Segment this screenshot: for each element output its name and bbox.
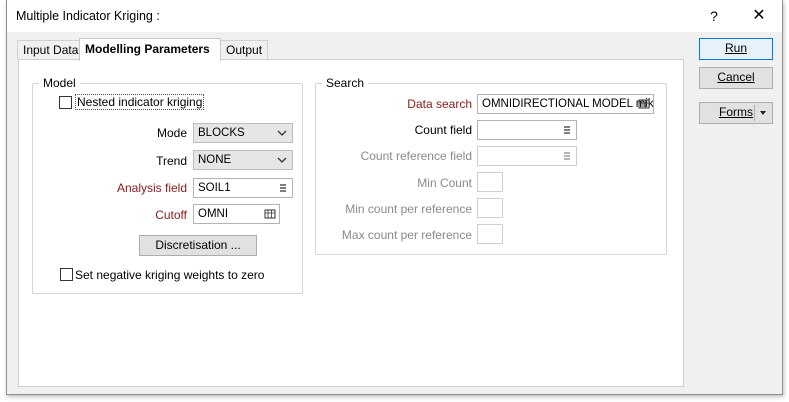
discretisation-button[interactable]: Discretisation ...: [139, 235, 257, 256]
tab-modelling-parameters[interactable]: Modelling Parameters: [79, 38, 221, 61]
trend-label: Trend: [156, 154, 187, 168]
count-reference-input[interactable]: [477, 146, 577, 166]
data-search-label: Data search: [407, 97, 472, 111]
model-group: Model Nested indicator kriging Mode BLOC…: [32, 76, 303, 294]
analysis-field-value: SOIL1: [198, 182, 231, 194]
trend-select[interactable]: NONE: [193, 150, 293, 170]
table-icon[interactable]: [638, 98, 650, 110]
negative-weights-checkbox[interactable]: [60, 268, 73, 281]
dialog-window: Multiple Indicator Kriging : ? ✕ Input D…: [6, 0, 783, 395]
data-search-input[interactable]: OMNIDIRECTIONAL MODEL mik: [477, 94, 654, 114]
model-group-title: Model: [39, 76, 80, 90]
mode-label: Mode: [156, 126, 187, 140]
close-button[interactable]: ✕: [744, 4, 774, 28]
dropdown-arrow-icon[interactable]: [758, 108, 768, 118]
count-field-label: Count field: [414, 123, 472, 137]
search-group-title: Search: [322, 76, 369, 90]
help-button[interactable]: ?: [704, 6, 724, 26]
min-count-reference-label: Min count per reference: [345, 202, 472, 216]
count-reference-label: Count reference field: [360, 149, 472, 163]
cancel-button[interactable]: Cancel: [699, 67, 773, 89]
count-field-input[interactable]: [477, 120, 577, 140]
trend-value: NONE: [198, 154, 232, 166]
negative-weights-label[interactable]: Set negative kriging weights to zero: [75, 268, 264, 282]
table-icon[interactable]: [264, 208, 276, 220]
nested-indicator-label[interactable]: Nested indicator kriging: [74, 94, 205, 110]
data-search-value: OMNIDIRECTIONAL MODEL mik: [482, 98, 654, 110]
nested-indicator-checkbox[interactable]: [59, 96, 72, 109]
run-button[interactable]: Run: [699, 38, 773, 60]
forms-label: Forms: [719, 105, 753, 119]
max-count-reference-input[interactable]: [477, 224, 503, 244]
run-label: Run: [724, 41, 747, 55]
cutoff-label: Cutoff: [155, 208, 187, 222]
cancel-label: Cancel: [717, 70, 755, 84]
tab-panel: Model Nested indicator kriging Mode BLOC…: [18, 59, 684, 387]
cutoff-input[interactable]: OMNI: [193, 204, 280, 224]
analysis-field-input[interactable]: SOIL1: [193, 178, 293, 198]
max-count-reference-label: Max count per reference: [341, 228, 472, 242]
forms-divider: [754, 105, 755, 121]
tab-output[interactable]: Output: [220, 40, 268, 60]
dialog-title: Multiple Indicator Kriging :: [16, 9, 160, 23]
mode-select[interactable]: BLOCKS: [193, 123, 293, 143]
chevron-down-icon: [277, 157, 287, 163]
mode-value: BLOCKS: [198, 127, 245, 139]
min-count-label: Min Count: [417, 176, 472, 190]
analysis-field-label: Analysis field: [116, 181, 187, 195]
chevron-down-icon: [277, 130, 287, 136]
list-icon[interactable]: [561, 124, 573, 136]
tab-input-data[interactable]: Input Data: [17, 40, 81, 60]
search-group: Search Data search OMNIDIRECTIONAL MODEL…: [315, 76, 667, 255]
min-count-reference-input[interactable]: [477, 198, 503, 218]
list-icon[interactable]: [561, 150, 573, 162]
title-bar: Multiple Indicator Kriging : ? ✕: [7, 0, 782, 32]
cutoff-value: OMNI: [198, 208, 229, 220]
min-count-input[interactable]: [477, 172, 503, 192]
forms-button[interactable]: Forms: [699, 102, 773, 124]
list-icon[interactable]: [277, 182, 289, 194]
